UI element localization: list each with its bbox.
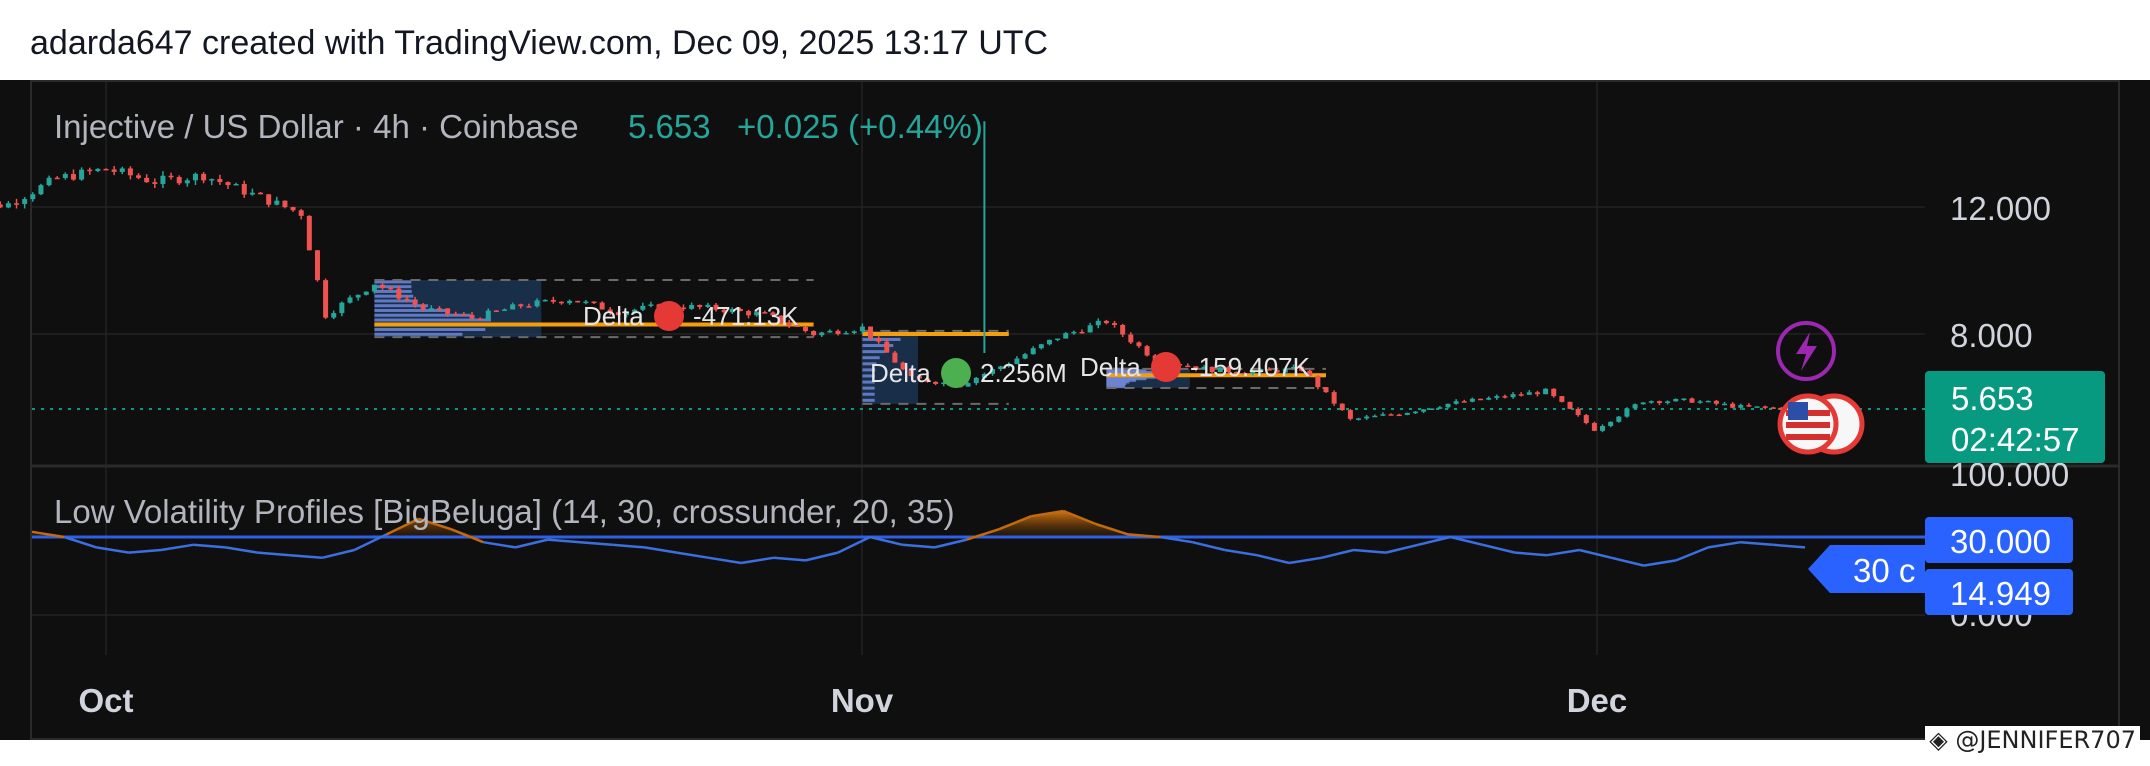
price-label-12: 12.000 (1950, 190, 2051, 227)
candle (22, 196, 28, 209)
red-dot-icon (1151, 352, 1181, 382)
delta-value: -159.407K (1190, 352, 1311, 382)
time-label-dec: Dec (1567, 682, 1628, 719)
indicator-threshold-value: 30.000 (1950, 523, 2051, 560)
candle (0, 201, 3, 209)
delta-prefix: Delta (583, 301, 644, 331)
candle (1624, 407, 1630, 418)
symbol-change: +0.025 (+0.44%) (737, 108, 983, 145)
time-label-nov: Nov (831, 682, 894, 719)
candle (1567, 401, 1573, 410)
delta-prefix: Delta (1080, 352, 1141, 382)
time-label-oct: Oct (78, 682, 133, 719)
candle (1559, 395, 1565, 403)
chart-canvas[interactable]: Delta -471.13K Delta 2.256M Delta -159.407K I… (0, 0, 2150, 766)
binance-diamond-icon: ◈ (1929, 726, 1948, 754)
candle (575, 300, 581, 303)
candle (38, 183, 44, 196)
candle (1404, 412, 1410, 416)
candle (5, 200, 11, 209)
red-dot-icon (654, 301, 684, 331)
watermark: ◈ @JENNIFER707 (1925, 726, 2140, 754)
delta-prefix: Delta (870, 358, 931, 388)
indicator-current-value: 14.949 (1950, 575, 2051, 612)
candle (314, 249, 320, 282)
candle (1754, 406, 1760, 408)
last-price-value: 5.653 (1951, 380, 2034, 417)
candle (1331, 390, 1337, 406)
candle (323, 278, 329, 319)
candle (1339, 403, 1345, 411)
candle (1583, 414, 1589, 425)
threshold-badge: 30 c (1808, 545, 1925, 593)
bar-countdown: 02:42:57 (1951, 421, 2079, 458)
footer-bar (0, 740, 2150, 766)
delta-annotation-2: Delta -159.407K (1080, 352, 1311, 382)
delta-value: -471.13K (693, 301, 799, 331)
candle (1591, 421, 1597, 432)
candle (1543, 388, 1549, 395)
symbol-price: 5.653 (628, 108, 711, 145)
watermark-text: @JENNIFER707 (1955, 726, 2136, 754)
candle (1429, 408, 1435, 410)
candle (1478, 398, 1484, 401)
candle (1347, 408, 1353, 421)
us-flag-event-icon[interactable] (1777, 393, 1865, 455)
symbol-legend[interactable]: Injective / US Dollar · 4h · Coinbase 5.… (54, 108, 983, 145)
candle (1632, 403, 1638, 410)
candle (1323, 387, 1329, 393)
candle (1616, 415, 1622, 423)
price-label-8: 8.000 (1950, 317, 2033, 354)
delta-value: 2.256M (980, 358, 1067, 388)
last-price-badge: 5.653 02:42:57 (1925, 371, 2105, 463)
symbol-title: Injective / US Dollar · 4h · Coinbase (54, 108, 579, 145)
green-dot-icon (941, 358, 971, 388)
candle (1144, 344, 1150, 357)
threshold-tag: 30 c (1853, 552, 1915, 589)
indicator-title[interactable]: Low Volatility Profiles [BigBeluga] (14,… (54, 493, 955, 530)
candle (306, 215, 312, 251)
candle (14, 198, 20, 209)
